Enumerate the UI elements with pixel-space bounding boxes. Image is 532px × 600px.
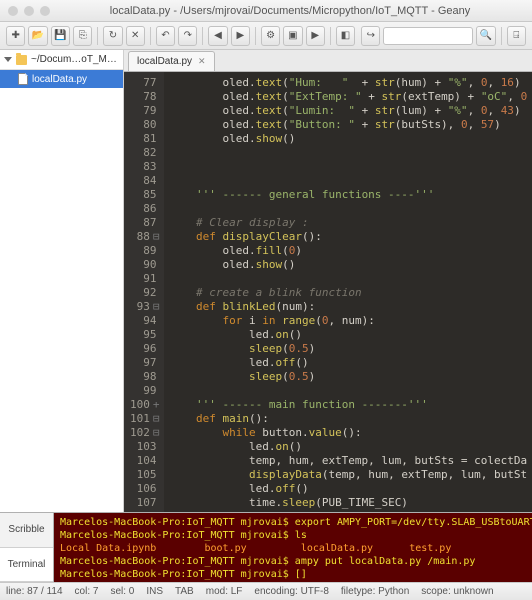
search-input[interactable] (383, 27, 473, 45)
status-ins: INS (146, 586, 163, 597)
status-tab: TAB (175, 586, 194, 597)
bottom-panel: Scribble Terminal Marcelos-MacBook-Pro:I… (0, 512, 532, 582)
tab-label: localData.py (137, 56, 192, 67)
status-scope: scope: unknown (421, 586, 493, 597)
main-area: ~/Docum…oT_MQTT localData.py localData.p… (0, 50, 532, 512)
tab-terminal[interactable]: Terminal (0, 548, 53, 583)
color-picker-button[interactable]: ◧ (336, 26, 355, 46)
close-window-button[interactable] (8, 6, 18, 16)
line-gutter: 77 78 79 80 81 82 83 84 85 86 87 88⊟89 9… (124, 72, 164, 512)
status-mod: mod: LF (206, 586, 243, 597)
open-file-button[interactable]: 📂 (28, 26, 47, 46)
tab-scribble[interactable]: Scribble (0, 513, 53, 548)
close-button[interactable]: ✕ (126, 26, 145, 46)
search-button[interactable]: 🔍 (476, 26, 495, 46)
build-button[interactable]: ▣ (283, 26, 302, 46)
quit-button[interactable]: ⍈ (507, 26, 526, 46)
undo-button[interactable]: ↶ (156, 26, 175, 46)
code-editor[interactable]: 77 78 79 80 81 82 83 84 85 86 87 88⊟89 9… (124, 72, 532, 512)
file-icon (18, 73, 28, 85)
toolbar: ✚ 📂 💾 ⎘ ↻ ✕ ↶ ↷ ◀ ▶ ⚙ ▣ ▶ ◧ ↪ 🔍 ⍈ (0, 22, 532, 50)
sidebar-folder-label: ~/Docum…oT_MQTT (31, 54, 119, 65)
tabbar: localData.py ✕ (124, 50, 532, 72)
redo-button[interactable]: ↷ (178, 26, 197, 46)
nav-back-button[interactable]: ◀ (208, 26, 227, 46)
status-enc: encoding: UTF-8 (254, 586, 328, 597)
chevron-down-icon (4, 57, 12, 62)
titlebar: localData.py - /Users/mjrovai/Documents/… (0, 0, 532, 22)
status-col: col: 7 (75, 586, 99, 597)
minimize-window-button[interactable] (24, 6, 34, 16)
nav-fwd-button[interactable]: ▶ (231, 26, 250, 46)
statusbar: line: 87 / 114 col: 7 sel: 0 INS TAB mod… (0, 582, 532, 600)
window-title: localData.py - /Users/mjrovai/Documents/… (56, 5, 524, 17)
editor-area: localData.py ✕ 77 78 79 80 81 82 83 84 8… (124, 50, 532, 512)
save-button[interactable]: 💾 (51, 26, 70, 46)
sidebar: ~/Docum…oT_MQTT localData.py (0, 50, 124, 512)
folder-icon (16, 55, 27, 65)
status-line: line: 87 / 114 (6, 586, 63, 597)
compile-button[interactable]: ⚙ (261, 26, 280, 46)
sidebar-file-row[interactable]: localData.py (0, 70, 123, 88)
code-source[interactable]: oled.text("Hum: " + str(hum) + "%", 0, 1… (164, 72, 532, 512)
save-all-button[interactable]: ⎘ (73, 26, 92, 46)
bottom-panel-tabs: Scribble Terminal (0, 513, 54, 582)
terminal-output[interactable]: Marcelos-MacBook-Pro:IoT_MQTT mjrovai$ e… (54, 513, 532, 582)
new-file-button[interactable]: ✚ (6, 26, 25, 46)
reload-button[interactable]: ↻ (103, 26, 122, 46)
jump-button[interactable]: ↪ (361, 26, 380, 46)
sidebar-file-label: localData.py (32, 74, 87, 85)
tab-localdata[interactable]: localData.py ✕ (128, 51, 215, 71)
close-icon[interactable]: ✕ (198, 56, 206, 67)
sidebar-folder-row[interactable]: ~/Docum…oT_MQTT (0, 50, 123, 70)
status-sel: sel: 0 (110, 586, 134, 597)
window-controls (8, 6, 50, 16)
run-button[interactable]: ▶ (306, 26, 325, 46)
zoom-window-button[interactable] (40, 6, 50, 16)
status-ft: filetype: Python (341, 586, 409, 597)
